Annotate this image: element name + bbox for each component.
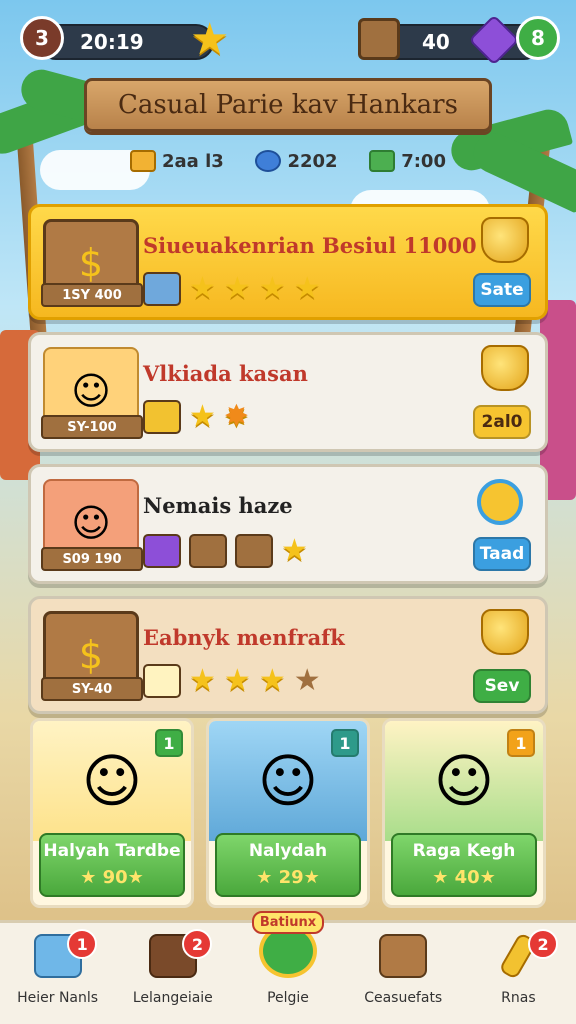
crate-icon — [379, 934, 428, 978]
quest-title: Eabnyk menfrafk — [143, 625, 345, 650]
resource-gems: 2202 — [255, 150, 338, 172]
resource-tickets: 2aa l3 — [130, 150, 224, 172]
star-empty-icon: ★ — [293, 663, 321, 698]
star-icon: ★ — [281, 533, 308, 568]
resource-value: 2aa l3 — [162, 150, 224, 172]
notification-badge: 2 — [182, 929, 213, 959]
character-badge: 1 — [331, 729, 359, 757]
price-tag: S09 190 — [41, 547, 143, 571]
quest-card[interactable]: $ 1SY 400 Siueuakenrian Besiul 11000 ★ ★… — [28, 204, 548, 320]
level-badge[interactable]: 3 — [20, 16, 64, 60]
star-icon: ★ — [223, 271, 251, 306]
character-name: Raga Kegh — [412, 841, 516, 861]
star-icon: ★ — [190, 14, 230, 65]
character-card[interactable]: ☺ 1 Halyah Tardbe ★ 90★ — [30, 718, 194, 908]
character-level-value: 90 — [102, 867, 128, 888]
gold-box-icon — [143, 399, 181, 434]
purple-box-icon — [143, 533, 181, 568]
nav-item-play[interactable]: Batiunx Pelgie — [230, 911, 345, 1024]
trophy-icon — [481, 217, 529, 263]
crate-icon — [189, 533, 227, 568]
character-label: Halyah Tardbe ★ 90★ — [39, 833, 185, 897]
reward-row: ★ — [143, 533, 308, 568]
trophy-icon — [481, 609, 529, 655]
character-level: ★ 29★ — [256, 867, 320, 888]
burst-icon: ✸ — [223, 399, 250, 434]
bottom-nav: Heier Nanls 1 Lelangeiaie 2 Batiunx Pelg… — [0, 911, 576, 1024]
crate-icon — [358, 18, 400, 60]
star-icon: ★ — [189, 663, 216, 698]
character-card[interactable]: ☺ 1 Nalydah ★ 29★ — [206, 718, 370, 908]
price-tag: 1SY 400 — [41, 283, 143, 307]
star-icon: ★ — [258, 663, 286, 698]
add-currency-button[interactable]: 8 — [516, 16, 560, 60]
nav-item-home[interactable]: Heier Nanls 1 — [0, 923, 115, 1024]
nav-center-tag: Batiunx — [251, 911, 325, 934]
star-icon: ★ — [223, 663, 251, 698]
nav-item-language[interactable]: Lelangeiaie 2 — [115, 923, 230, 1024]
ticket-icon — [130, 150, 156, 172]
character-name: Halyah Tardbe — [43, 841, 181, 861]
character-name: Nalydah — [248, 841, 328, 861]
gem-icon — [255, 150, 282, 172]
notification-badge: 2 — [528, 929, 559, 959]
price-tag: SY-100 — [41, 415, 143, 439]
resource-value: 2202 — [287, 150, 338, 172]
quest-card[interactable]: ☺ S09 190 Nemais haze ★ Taad — [28, 464, 548, 584]
star-icon: ★ — [189, 271, 216, 306]
character-label: Raga Kegh ★ 40★ — [391, 833, 537, 897]
quest-title: Vlkiada kasan — [143, 361, 308, 386]
glowing-box-icon — [143, 663, 181, 698]
wrench-icon — [369, 150, 396, 172]
reward-row: ★ ✸ — [143, 399, 249, 434]
page-title: Casual Parie kav Hankars — [84, 78, 492, 132]
quest-action-button[interactable]: 2al0 — [473, 405, 531, 439]
star-icon: ★ — [189, 399, 216, 434]
timer-pill: 20:19 — [38, 24, 214, 60]
nav-label: Ceasuefats — [364, 990, 443, 1006]
quest-action-button[interactable]: Sev — [473, 669, 531, 703]
top-hud: 20:19 3 ★ 40 8 — [18, 14, 560, 70]
character-card[interactable]: ☺ 1 Raga Kegh ★ 40★ — [382, 718, 546, 908]
quest-card[interactable]: ☺ SY-100 Vlkiada kasan ★ ✸ 2al0 — [28, 332, 548, 452]
character-level: ★ 90★ — [80, 867, 144, 888]
nav-label: Lelangeiaie — [132, 990, 213, 1006]
add-currency-label: 8 — [531, 26, 545, 50]
character-level: ★ 40★ — [432, 867, 496, 888]
nav-item-runs[interactable]: Rnas 2 — [461, 923, 576, 1024]
star-icon: ★ — [293, 271, 321, 306]
level-text: 3 — [35, 26, 49, 50]
nav-item-crates[interactable]: Ceasuefats — [346, 923, 461, 1024]
reward-row: ★ ★ ★ ★ — [143, 663, 321, 698]
resource-tools: 7:00 — [369, 150, 446, 172]
resource-row: 2aa l3 2202 7:00 — [130, 150, 446, 172]
resource-value: 7:00 — [401, 150, 446, 172]
crate-icon — [235, 533, 273, 568]
notification-badge: 1 — [67, 929, 98, 959]
quest-action-button[interactable]: Sate — [473, 273, 531, 307]
quest-title: Nemais haze — [143, 493, 293, 518]
character-badge: 1 — [507, 729, 535, 757]
compass-icon — [477, 479, 523, 525]
character-level-value: 40 — [454, 867, 480, 888]
nav-label: Rnas — [501, 990, 536, 1006]
crates-text: 40 — [422, 30, 450, 54]
reward-row: ★ ★ ★ ★ — [143, 271, 321, 306]
quest-title: Siueuakenrian Besiul 11000 — [143, 233, 477, 258]
price-tag: SY-40 — [41, 677, 143, 701]
character-badge: 1 — [155, 729, 183, 757]
quest-action-button[interactable]: Taad — [473, 537, 531, 571]
blue-box-icon — [143, 271, 181, 306]
nav-label: Pelgie — [267, 990, 309, 1006]
nav-label: Heier Nanls — [17, 990, 99, 1006]
timer-text: 20:19 — [80, 30, 144, 54]
character-level-value: 29 — [278, 867, 304, 888]
character-label: Nalydah ★ 29★ — [215, 833, 361, 897]
quest-card[interactable]: $ SY-40 Eabnyk menfrafk ★ ★ ★ ★ Sev — [28, 596, 548, 714]
star-icon: ★ — [258, 271, 286, 306]
trophy-icon — [481, 345, 529, 391]
